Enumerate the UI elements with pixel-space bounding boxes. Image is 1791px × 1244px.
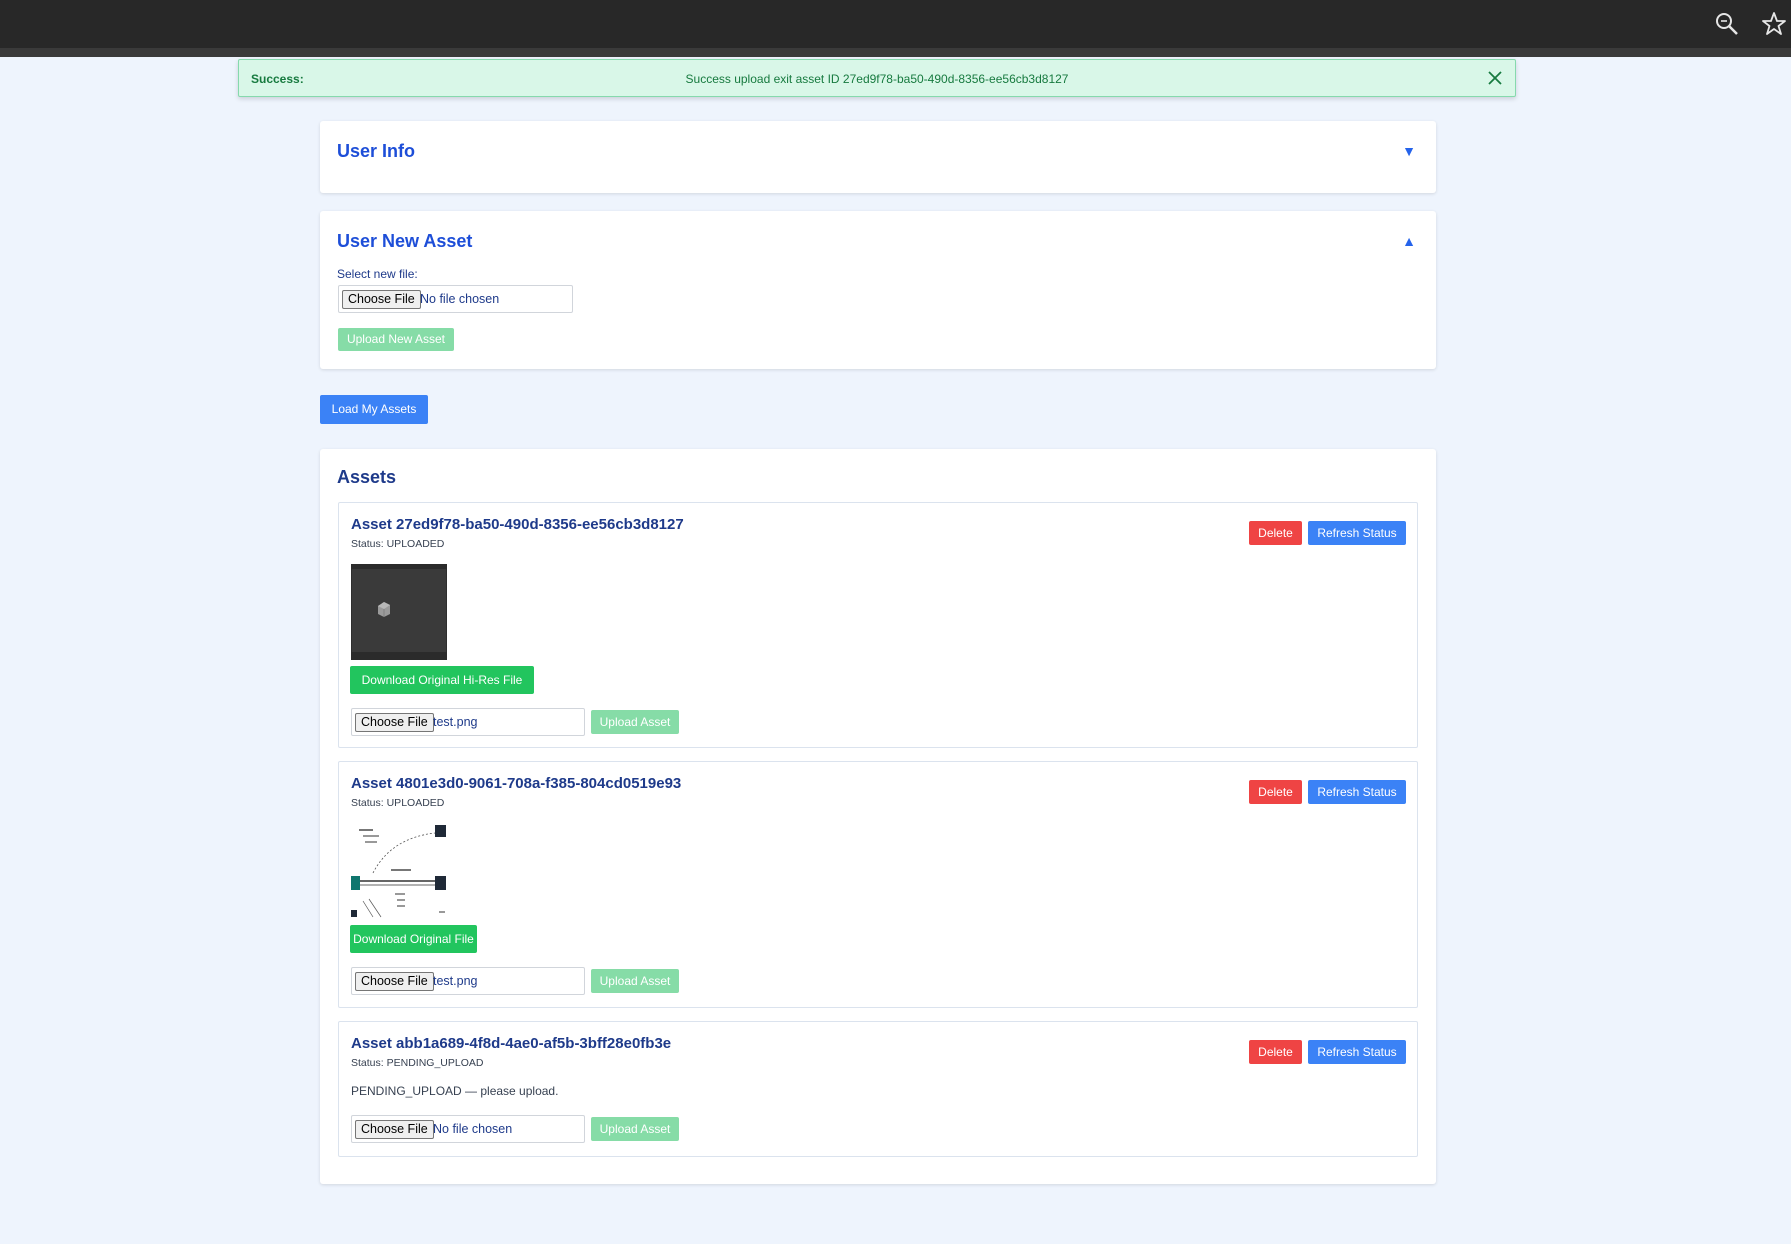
- toast-message: Success upload exit asset ID 27ed9f78-ba…: [685, 72, 1069, 86]
- refresh-status-button[interactable]: Refresh Status: [1308, 780, 1406, 804]
- user-info-card: User Info ▼: [320, 121, 1436, 193]
- refresh-status-button[interactable]: Refresh Status: [1308, 1040, 1406, 1064]
- success-toast: Success: Success upload exit asset ID 27…: [238, 59, 1516, 97]
- load-my-assets-button[interactable]: Load My Assets: [320, 395, 428, 424]
- asset-title: Asset abb1a689-4f8d-4ae0-af5b-3bff28e0fb…: [351, 1035, 672, 1052]
- file-name-text: No file chosen: [433, 1122, 513, 1136]
- asset-status: Status: UPLOADED: [351, 797, 445, 809]
- close-icon[interactable]: [1487, 70, 1503, 86]
- file-name-text: No file chosen: [420, 292, 500, 306]
- collapse-caret-icon[interactable]: ▲: [1402, 233, 1416, 249]
- choose-file-button[interactable]: Choose File: [355, 972, 434, 991]
- file-name-text: test.png: [433, 715, 478, 729]
- asset-file-input[interactable]: Choose File No file chosen: [351, 1115, 585, 1143]
- asset-status: Status: UPLOADED: [351, 538, 445, 550]
- select-file-label: Select new file:: [337, 267, 418, 281]
- refresh-status-button[interactable]: Refresh Status: [1308, 521, 1406, 545]
- asset-item: Asset 27ed9f78-ba50-490d-8356-ee56cb3d81…: [338, 502, 1418, 748]
- asset-thumbnail: [351, 564, 447, 660]
- new-asset-card: User New Asset ▲ Select new file: Choose…: [320, 211, 1436, 369]
- delete-button[interactable]: Delete: [1249, 780, 1302, 804]
- assets-card: Assets Asset 27ed9f78-ba50-490d-8356-ee5…: [320, 449, 1436, 1184]
- upload-new-asset-button[interactable]: Upload New Asset: [338, 328, 454, 351]
- upload-asset-button[interactable]: Upload Asset: [591, 710, 679, 734]
- assets-title: Assets: [337, 467, 397, 487]
- expand-caret-icon[interactable]: ▼: [1402, 143, 1416, 159]
- choose-file-button[interactable]: Choose File: [342, 290, 421, 309]
- asset-file-input[interactable]: Choose File test.png: [351, 708, 585, 736]
- asset-status: Status: PENDING_UPLOAD: [351, 1057, 484, 1069]
- file-name-text: test.png: [433, 974, 478, 988]
- asset-title: Asset 27ed9f78-ba50-490d-8356-ee56cb3d81…: [351, 516, 684, 533]
- asset-item: Asset 4801e3d0-9061-708a-f385-804cd0519e…: [338, 761, 1418, 1008]
- browser-toolbar: [0, 0, 1791, 48]
- choose-file-button[interactable]: Choose File: [355, 1120, 434, 1139]
- new-asset-file-input[interactable]: Choose File No file chosen: [338, 285, 573, 313]
- asset-item: Asset abb1a689-4f8d-4ae0-af5b-3bff28e0fb…: [338, 1021, 1418, 1157]
- delete-button[interactable]: Delete: [1249, 521, 1302, 545]
- download-original-button[interactable]: Download Original File: [350, 925, 477, 953]
- new-asset-title[interactable]: User New Asset: [337, 231, 472, 252]
- choose-file-button[interactable]: Choose File: [355, 713, 434, 732]
- upload-asset-button[interactable]: Upload Asset: [591, 1117, 679, 1141]
- upload-asset-button[interactable]: Upload Asset: [591, 969, 679, 993]
- pending-upload-message: PENDING_UPLOAD — please upload.: [351, 1084, 559, 1098]
- zoom-icon[interactable]: [1713, 10, 1741, 38]
- asset-title: Asset 4801e3d0-9061-708a-f385-804cd0519e…: [351, 775, 682, 792]
- asset-file-input[interactable]: Choose File test.png: [351, 967, 585, 995]
- star-icon[interactable]: [1760, 10, 1788, 38]
- delete-button[interactable]: Delete: [1249, 1040, 1302, 1064]
- browser-toolbar-strip: [0, 48, 1791, 57]
- asset-thumbnail: [351, 823, 447, 919]
- download-original-button[interactable]: Download Original Hi-Res File: [350, 666, 534, 694]
- user-info-title[interactable]: User Info: [337, 141, 415, 162]
